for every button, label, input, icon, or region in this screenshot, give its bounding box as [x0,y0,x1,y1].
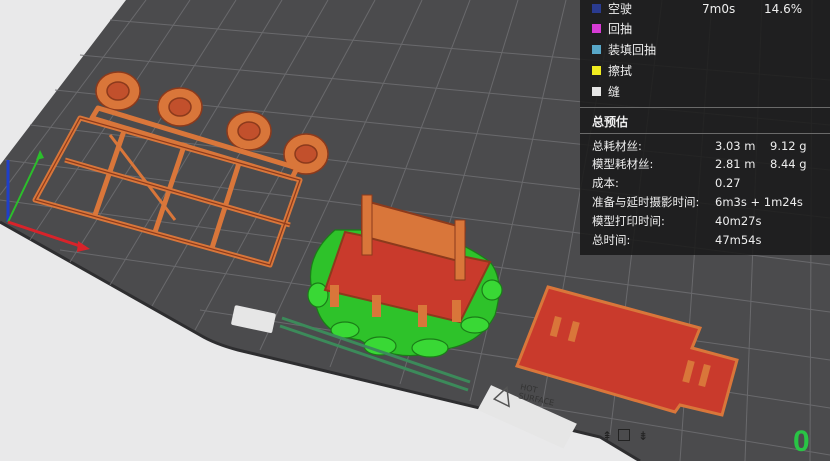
estimate-value: 47m54s [715,233,762,247]
legend-swatch-wipe [592,66,601,75]
corner-indicator: 0 [793,425,810,458]
legend-swatch-retract [592,24,601,33]
estimate-value: 3.03 m [715,139,756,153]
estimate-label: 总耗材丝: [592,139,642,153]
estimate-title: 总预估 [592,115,629,129]
layer-down-icon[interactable]: ⇟ [638,429,650,443]
legend-label: 回抽 [608,22,633,36]
estimate-label: 模型耗材丝: [592,157,654,171]
estimate-label: 成本: [592,176,619,190]
legend-divider [580,107,830,108]
bottom-toolbar: ⇞ ⇟ [602,427,662,443]
frame-icon[interactable] [618,429,630,441]
legend-swatch-travel [592,4,601,13]
estimate-value: 40m27s [715,214,762,228]
estimate-value-2: 8.44 g [770,157,807,171]
legend-label: 装填回抽 [608,43,657,57]
layer-up-icon[interactable]: ⇞ [602,429,614,443]
estimate-value: 0.27 [715,176,741,190]
estimate-divider [580,133,830,134]
estimate-value: 2.81 m [715,157,756,171]
estimate-label: 模型打印时间: [592,214,665,228]
gcode-legend-panel: 空驶 7m0s 14.6% 回抽 装填回抽 擦拭 缝 总预估 总耗材丝: 3.0… [580,0,830,255]
legend-label: 空驶 [608,2,633,16]
estimate-label: 准备与延时摄影时间: [592,195,700,209]
legend-label: 缝 [608,85,621,99]
legend-label: 擦拭 [608,64,633,78]
legend-swatch-seam [592,87,601,96]
estimate-label: 总时间: [592,233,631,247]
legend-time: 7m0s [702,2,736,16]
estimate-value: 6m3s + 1m24s [715,195,803,209]
estimate-value-2: 9.12 g [770,139,807,153]
legend-swatch-deretract [592,45,601,54]
legend-percent: 14.6% [764,2,803,16]
